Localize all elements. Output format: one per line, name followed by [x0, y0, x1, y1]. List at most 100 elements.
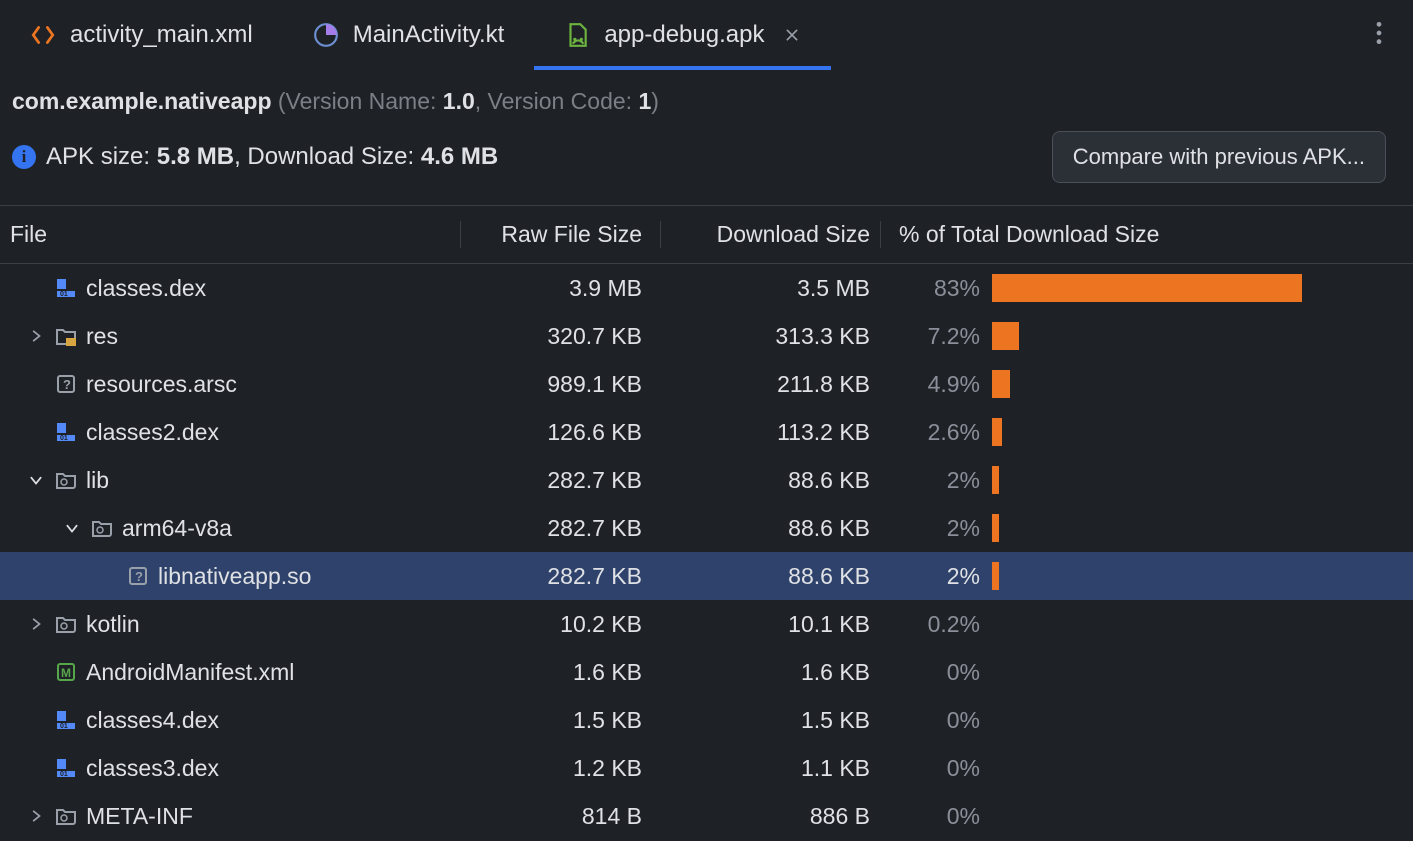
package-name: com.example.nativeapp: [12, 88, 272, 114]
download-size: 1.5 KB: [660, 707, 880, 734]
svg-text:01: 01: [60, 435, 68, 442]
raw-size: 282.7 KB: [460, 467, 660, 494]
folder-res-icon: [54, 324, 78, 348]
raw-size: 126.6 KB: [460, 419, 660, 446]
close-icon[interactable]: [783, 26, 801, 44]
percent: 4.9%: [880, 371, 990, 398]
file-name: classes.dex: [86, 275, 206, 302]
table-row[interactable]: 01classes.dex3.9 MB3.5 MB83%: [0, 264, 1413, 312]
unknown-icon: ?: [54, 372, 78, 396]
version-label: (Version Name:: [272, 88, 443, 114]
file-name: META-INF: [86, 803, 193, 830]
table-row[interactable]: lib282.7 KB88.6 KB2%: [0, 456, 1413, 504]
file-name: arm64-v8a: [122, 515, 232, 542]
download-size: 10.1 KB: [660, 611, 880, 638]
svg-text:?: ?: [63, 377, 71, 392]
file-name: classes3.dex: [86, 755, 219, 782]
file-name: libnativeapp.so: [158, 563, 311, 590]
file-cell: 01classes2.dex: [0, 419, 460, 446]
file-cell: ? resources.arsc: [0, 371, 460, 398]
file-name: resources.arsc: [86, 371, 237, 398]
download-size: 3.5 MB: [660, 275, 880, 302]
tab-label: activity_main.xml: [70, 21, 253, 49]
size-text: APK size: 5.8 MB, Download Size: 4.6 MB: [46, 143, 498, 171]
folder-icon: [54, 804, 78, 828]
percent-bar: [990, 562, 1390, 590]
unknown-icon: ?: [126, 564, 150, 588]
chevron-right-icon[interactable]: [26, 617, 46, 631]
info-icon[interactable]: [12, 145, 36, 169]
raw-size: 3.9 MB: [460, 275, 660, 302]
raw-size: 10.2 KB: [460, 611, 660, 638]
compare-button[interactable]: Compare with previous APK...: [1052, 131, 1386, 183]
manifest-icon: M: [54, 660, 78, 684]
download-size: 88.6 KB: [660, 467, 880, 494]
percent-bar: [990, 706, 1390, 734]
version-name: 1.0: [443, 88, 475, 114]
percent-bar: [990, 322, 1390, 350]
column-header-file[interactable]: File: [0, 221, 460, 248]
dex-icon: 01: [54, 420, 78, 444]
percent: 0.2%: [880, 611, 990, 638]
download-size: 1.6 KB: [660, 659, 880, 686]
table-row[interactable]: 01classes3.dex1.2 KB1.1 KB0%: [0, 744, 1413, 792]
download-size: 211.8 KB: [660, 371, 880, 398]
apk-size: 5.8 MB: [157, 143, 234, 170]
download-size: 886 B: [660, 803, 880, 830]
table-row[interactable]: META-INF 814 B886 B0%: [0, 792, 1413, 839]
file-name: classes4.dex: [86, 707, 219, 734]
raw-size: 989.1 KB: [460, 371, 660, 398]
download-size: 1.1 KB: [660, 755, 880, 782]
raw-size: 1.2 KB: [460, 755, 660, 782]
table-row[interactable]: 01classes4.dex1.5 KB1.5 KB0%: [0, 696, 1413, 744]
table-row[interactable]: ? resources.arsc 989.1 KB211.8 KB4.9%: [0, 360, 1413, 408]
chevron-down-icon[interactable]: [62, 521, 82, 535]
editor-tabs: activity_main.xml MainActivity.kt app-debu…: [0, 0, 1413, 70]
tab-label: MainActivity.kt: [353, 21, 505, 49]
file-cell: M AndroidManifest.xml: [0, 659, 460, 686]
file-name: AndroidManifest.xml: [86, 659, 294, 686]
percent-bar: [990, 514, 1390, 542]
file-name: lib: [86, 467, 109, 494]
file-table-body[interactable]: 01classes.dex3.9 MB3.5 MB83%res320.7 KB3…: [0, 264, 1413, 839]
table-row[interactable]: arm64-v8a282.7 KB88.6 KB2%: [0, 504, 1413, 552]
chevron-right-icon[interactable]: [26, 809, 46, 823]
percent-bar: [990, 658, 1390, 686]
table-row[interactable]: kotlin10.2 KB10.1 KB0.2%: [0, 600, 1413, 648]
table-row[interactable]: MAndroidManifest.xml1.6 KB1.6 KB0%: [0, 648, 1413, 696]
raw-size: 282.7 KB: [460, 563, 660, 590]
file-cell: 01 classes.dex: [0, 275, 460, 302]
table-row[interactable]: 01classes2.dex126.6 KB113.2 KB2.6%: [0, 408, 1413, 456]
svg-text:01: 01: [60, 723, 68, 730]
percent: 0%: [880, 803, 990, 830]
table-header: File Raw File Size Download Size % of To…: [0, 205, 1413, 264]
tab-app-debug-apk[interactable]: app-debug.apk: [534, 0, 831, 70]
raw-size: 320.7 KB: [460, 323, 660, 350]
column-header-download[interactable]: Download Size: [660, 221, 880, 248]
table-row[interactable]: ?libnativeapp.so282.7 KB88.6 KB2%: [0, 552, 1413, 600]
size-row: APK size: 5.8 MB, Download Size: 4.6 MB …: [0, 115, 1413, 205]
more-icon[interactable]: [1345, 20, 1413, 51]
dl-size: 4.6 MB: [421, 143, 498, 170]
svg-text:M: M: [61, 666, 71, 680]
xml-icon: [30, 22, 56, 48]
percent-bar: [990, 274, 1390, 302]
chevron-right-icon[interactable]: [26, 329, 46, 343]
chevron-down-icon[interactable]: [26, 473, 46, 487]
percent-bar: [990, 754, 1390, 782]
svg-text:01: 01: [60, 291, 68, 298]
table-row[interactable]: res320.7 KB313.3 KB7.2%: [0, 312, 1413, 360]
tab-activity_main-xml[interactable]: activity_main.xml: [0, 0, 283, 70]
raw-size: 1.5 KB: [460, 707, 660, 734]
tab-mainactivity-kt[interactable]: MainActivity.kt: [283, 0, 535, 70]
percent-bar: [990, 370, 1390, 398]
percent: 0%: [880, 755, 990, 782]
percent: 2.6%: [880, 419, 990, 446]
raw-size: 282.7 KB: [460, 515, 660, 542]
column-header-percent[interactable]: % of Total Download Size: [880, 221, 1400, 248]
column-header-raw[interactable]: Raw File Size: [460, 221, 660, 248]
version-code-label: , Version Code:: [475, 88, 639, 114]
file-cell: ? libnativeapp.so: [0, 563, 460, 590]
raw-size: 814 B: [460, 803, 660, 830]
folder-icon: [90, 516, 114, 540]
